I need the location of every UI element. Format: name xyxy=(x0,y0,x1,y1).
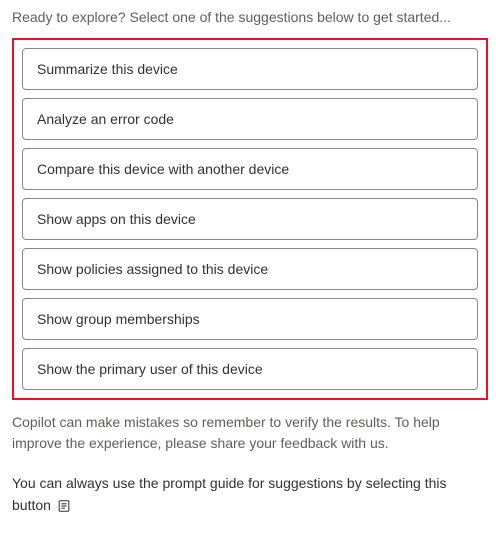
intro-text: Ready to explore? Select one of the sugg… xyxy=(12,8,488,28)
prompt-guide-icon xyxy=(57,499,71,513)
suggestion-show-groups[interactable]: Show group memberships xyxy=(22,298,478,340)
suggestion-compare-device[interactable]: Compare this device with another device xyxy=(22,148,478,190)
suggestion-show-primary-user[interactable]: Show the primary user of this device xyxy=(22,348,478,390)
disclaimer-text: Copilot can make mistakes so remember to… xyxy=(12,412,488,454)
suggestion-show-policies[interactable]: Show policies assigned to this device xyxy=(22,248,478,290)
suggestions-container: Summarize this device Analyze an error c… xyxy=(12,38,488,400)
suggestion-show-apps[interactable]: Show apps on this device xyxy=(22,198,478,240)
prompt-guide-text: You can always use the prompt guide for … xyxy=(12,472,488,517)
suggestion-analyze-error[interactable]: Analyze an error code xyxy=(22,98,478,140)
prompt-guide-label: You can always use the prompt guide for … xyxy=(12,475,447,513)
suggestion-summarize-device[interactable]: Summarize this device xyxy=(22,48,478,90)
